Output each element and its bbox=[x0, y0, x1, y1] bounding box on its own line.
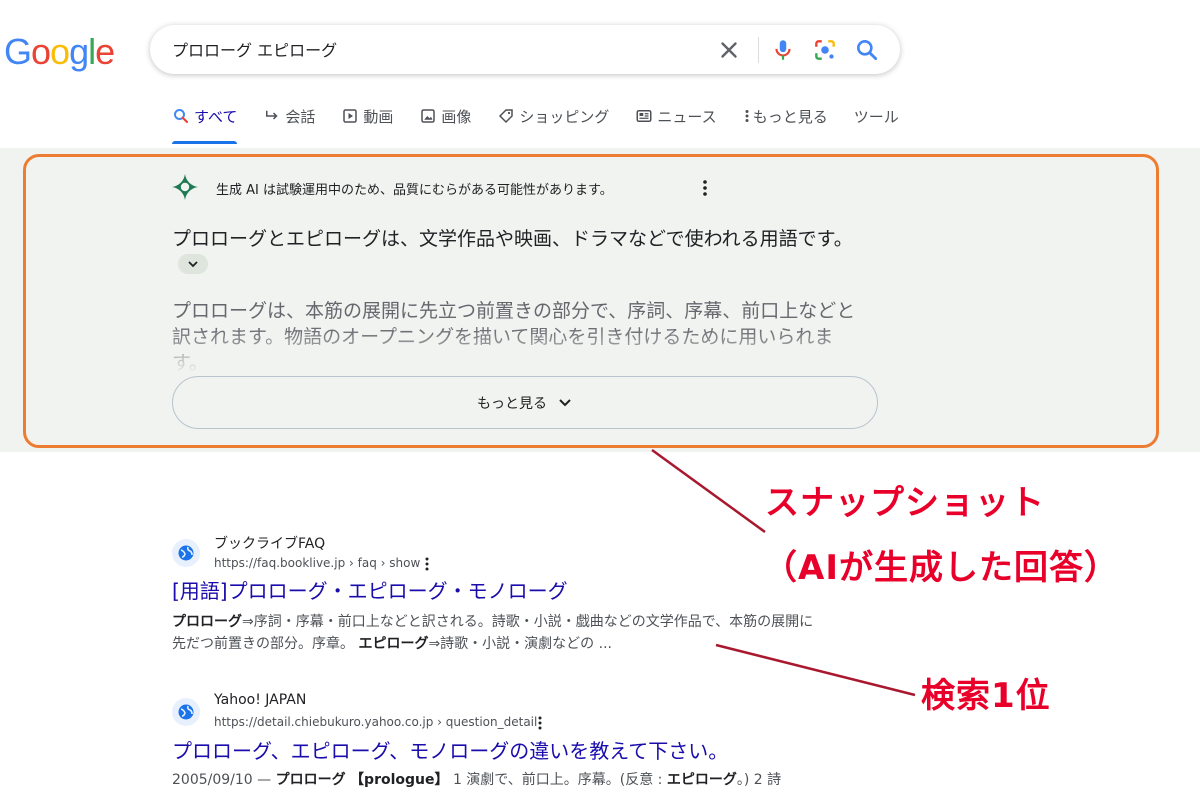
snapshot-pointer-line bbox=[651, 448, 766, 534]
result-site-name[interactable]: ブックライブFAQ bbox=[214, 533, 325, 553]
result-title-link[interactable]: [用語]プロローグ・エピローグ・モノローグ bbox=[172, 578, 568, 604]
result-url[interactable]: https://detail.chiebukuro.yahoo.co.jp › … bbox=[214, 715, 537, 729]
snippet-text: 2005/09/10 — bbox=[172, 772, 276, 788]
result-url[interactable]: https://faq.booklive.jp › faq › show bbox=[214, 556, 420, 570]
globe-icon bbox=[178, 545, 194, 561]
snippet-highlight: プロローグ bbox=[275, 772, 346, 788]
result-snippet: 2005/09/10 — プロローグ 【prologue】 1 演劇で、前口上。… bbox=[172, 769, 832, 791]
annotation-snapshot-caption: （AIが生成した回答） bbox=[763, 548, 1119, 588]
snippet-highlight: 【prologue】 bbox=[350, 772, 449, 788]
result-title-link[interactable]: プロローグ、エピローグ、モノローグの違いを教えて下さい。 bbox=[172, 738, 728, 764]
globe-icon bbox=[178, 704, 194, 720]
result-snippet: プロローグ⇒序詞・序幕・前口上などと訳される。詩歌・小説・戯曲などの文学作品で、… bbox=[172, 611, 822, 655]
annotation-rank: 検索1位 bbox=[921, 676, 1051, 716]
snippet-text: 。) 2 詩 bbox=[736, 772, 782, 788]
snippet-highlight: エピローグ bbox=[666, 772, 737, 788]
more-vert-icon[interactable] bbox=[421, 556, 433, 572]
snippet-text: ⇒詩歌・小説・演劇などの ... bbox=[428, 636, 612, 652]
snippet-highlight: エピローグ bbox=[358, 636, 429, 652]
result-site-name[interactable]: Yahoo! JAPAN bbox=[214, 692, 306, 708]
site-favicon[interactable] bbox=[172, 698, 200, 726]
annotation-snapshot: スナップショット bbox=[765, 483, 1045, 523]
more-vert-icon[interactable] bbox=[534, 715, 546, 731]
snippet-text: 1 演劇で、前口上。序幕。(反意 : bbox=[448, 772, 667, 788]
site-favicon[interactable] bbox=[172, 539, 200, 567]
snippet-highlight: プロローグ bbox=[172, 614, 242, 630]
